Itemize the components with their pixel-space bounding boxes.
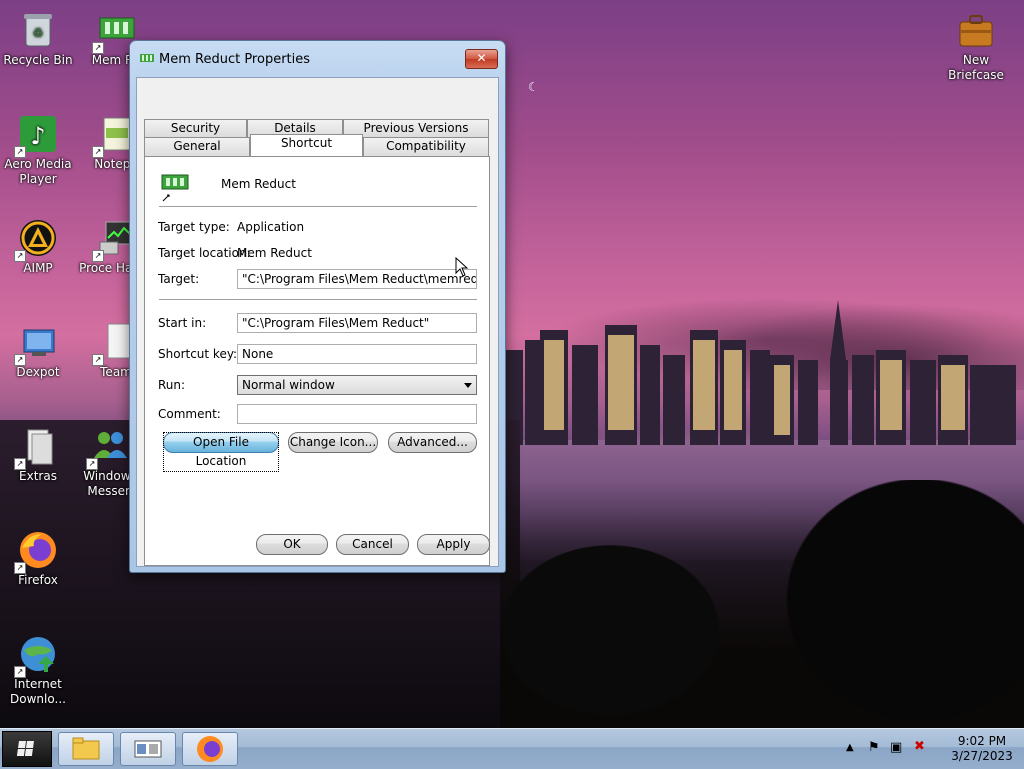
ok-button[interactable]: OK xyxy=(256,534,328,555)
taskbar-switcher-button[interactable] xyxy=(120,732,176,766)
shortcut-arrow-icon: ↗ xyxy=(86,458,98,470)
shortcut-tab-panel: Mem Reduct Target type: Application Targ… xyxy=(144,156,490,566)
separator xyxy=(159,206,477,208)
tab-general[interactable]: General xyxy=(144,137,250,157)
desktop-icon-label: Aero Media Player xyxy=(4,157,72,186)
desktop-icon-new-briefcase[interactable]: New Briefcase xyxy=(934,10,1018,83)
target-input[interactable]: "C:\Program Files\Mem Reduct\memreduct.e… xyxy=(237,269,477,289)
cancel-button[interactable]: Cancel xyxy=(336,534,409,555)
desktop-icon-internet-download-manager[interactable]: ↗ Internet Downlo... xyxy=(0,634,76,707)
tab-compatibility[interactable]: Compatibility xyxy=(363,137,489,157)
open-file-location-button[interactable]: Open File Location xyxy=(163,432,279,472)
start-in-label: Start in: xyxy=(158,316,207,330)
apply-button[interactable]: Apply xyxy=(417,534,490,555)
taskbar: ▲ ⚑ ▣ ✖ 9:02 PM 3/27/2023 xyxy=(0,728,1024,769)
tray-expand-icon[interactable]: ▲ xyxy=(846,742,854,753)
desktop-icon-label: Internet Downlo... xyxy=(10,677,66,706)
desktop-icon-extras[interactable]: ↗ Extras xyxy=(0,426,76,484)
desktop-icon-dexpot[interactable]: ↗ Dexpot xyxy=(0,322,76,380)
change-icon-button[interactable]: Change Icon... xyxy=(288,432,378,453)
tab-shortcut[interactable]: Shortcut xyxy=(250,134,363,156)
firefox-icon xyxy=(197,736,223,762)
window-title: Mem Reduct Properties xyxy=(159,52,311,67)
shortcut-arrow-icon: ↗ xyxy=(14,666,26,678)
close-icon: ✕ xyxy=(476,51,487,65)
run-select-value: Normal window xyxy=(242,378,335,392)
tab-security[interactable]: Security xyxy=(144,119,247,137)
desktop-icon-aero-media-player[interactable]: ♪ ↗ Aero Media Player xyxy=(0,114,76,187)
desktop-icon-label: Recycle Bin xyxy=(3,53,73,67)
wallpaper-trees xyxy=(500,480,1024,728)
start-button[interactable] xyxy=(2,731,52,767)
music-note-icon: ♪ ↗ xyxy=(14,114,58,158)
desktop-wallpaper: ☾ ♻ Recycle Bin ↗ Mem Re New Briefcase ♪… xyxy=(0,0,1024,728)
firefox-icon: ↗ xyxy=(14,530,58,574)
taskbar-explorer-button[interactable] xyxy=(58,732,114,766)
target-type-value: Application xyxy=(237,220,305,234)
briefcase-icon xyxy=(956,10,996,50)
shortcut-arrow-icon: ↗ xyxy=(92,146,104,158)
clock-date: 3/27/2023 xyxy=(951,749,1013,763)
shortcut-arrow-icon: ↗ xyxy=(92,354,104,366)
aimp-icon: ↗ xyxy=(14,218,58,262)
windows-logo-icon xyxy=(16,741,34,756)
desktop-icon-label: Extras xyxy=(19,469,57,483)
run-label: Run: xyxy=(158,378,186,392)
close-button[interactable]: ✕ xyxy=(465,49,498,69)
desktop-icon-label: New Briefcase xyxy=(948,53,1004,82)
network-icon[interactable]: ▣ xyxy=(890,740,902,755)
desktop-icon-firefox[interactable]: ↗ Firefox xyxy=(0,530,76,588)
desktop-icon-label: AIMP xyxy=(23,261,53,275)
run-select[interactable]: Normal window xyxy=(237,375,477,395)
folder-documents-icon: ↗ xyxy=(14,426,58,470)
shortcut-key-input[interactable]: None xyxy=(237,344,477,364)
comment-input[interactable] xyxy=(237,404,477,424)
tab-previous-versions[interactable]: Previous Versions xyxy=(343,119,489,137)
clock-time: 9:02 PM xyxy=(957,734,1007,748)
shortcut-arrow-icon: ↗ xyxy=(14,146,26,158)
shortcut-arrow-icon: ↗ xyxy=(14,250,26,262)
target-label: Target: xyxy=(158,272,200,286)
advanced-button[interactable]: Advanced... xyxy=(388,432,477,453)
shortcut-app-name: Mem Reduct xyxy=(221,177,296,191)
recycle-bin-icon: ♻ xyxy=(18,10,58,50)
flag-icon[interactable]: ⚑ xyxy=(868,740,880,755)
moon-icon: ☾ xyxy=(528,80,539,94)
properties-window[interactable]: Mem Reduct Properties ✕ Security Details… xyxy=(129,40,506,573)
separator xyxy=(159,299,477,301)
volume-muted-icon[interactable]: ✖ xyxy=(914,739,925,754)
desktop-icon-recycle-bin[interactable]: ♻ Recycle Bin xyxy=(0,10,76,68)
shortcut-arrow-icon: ↗ xyxy=(92,250,104,262)
dialog-client-area: Security Details Previous Versions Gener… xyxy=(136,77,499,567)
shortcut-key-label: Shortcut key: xyxy=(158,347,238,361)
svg-text:♻: ♻ xyxy=(33,26,44,40)
mouse-cursor-icon xyxy=(455,257,469,277)
target-location-value: Mem Reduct xyxy=(237,246,312,260)
shortcut-arrow-icon: ↗ xyxy=(14,354,26,366)
window-switcher-icon xyxy=(134,740,162,758)
desktop-icon-label: Firefox xyxy=(18,573,58,587)
target-type-label: Target type: xyxy=(158,220,230,234)
globe-download-icon: ↗ xyxy=(14,634,58,678)
wallpaper-city-skyline xyxy=(505,300,1016,445)
title-bar[interactable]: Mem Reduct Properties xyxy=(138,49,493,71)
system-tray: ▲ ⚑ ▣ ✖ 9:02 PM 3/27/2023 xyxy=(842,729,1024,769)
folder-icon xyxy=(72,737,100,760)
system-clock[interactable]: 9:02 PM 3/27/2023 xyxy=(942,734,1022,764)
start-in-input[interactable]: "C:\Program Files\Mem Reduct" xyxy=(237,313,477,333)
desktop-icon-label: Dexpot xyxy=(16,365,60,379)
shortcut-arrow-icon: ↗ xyxy=(14,458,26,470)
taskbar-firefox-button[interactable] xyxy=(182,732,238,766)
svg-text:♪: ♪ xyxy=(30,122,45,150)
comment-label: Comment: xyxy=(158,407,221,421)
messenger-icon: ↗ xyxy=(86,426,130,470)
mem-reduct-icon xyxy=(161,174,189,202)
mem-reduct-icon xyxy=(140,54,154,62)
shortcut-arrow-icon: ↗ xyxy=(14,562,26,574)
chevron-down-icon xyxy=(464,383,472,388)
shortcut-arrow-icon: ↗ xyxy=(92,42,104,54)
desktop-icon-aimp[interactable]: ↗ AIMP xyxy=(0,218,76,276)
dexpot-icon: ↗ xyxy=(14,322,58,366)
